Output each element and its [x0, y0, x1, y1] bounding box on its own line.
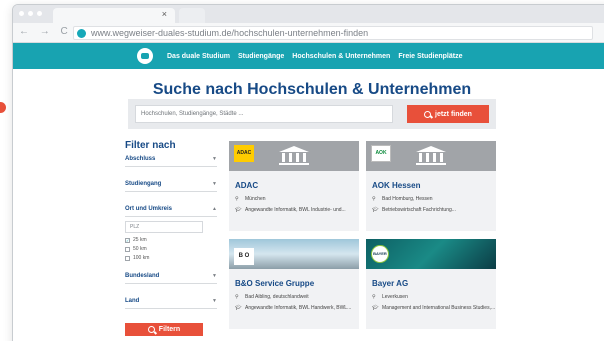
- card-title[interactable]: Bayer AG: [372, 279, 496, 288]
- filter-abschluss[interactable]: Abschluss ▼: [125, 156, 217, 167]
- chevron-down-icon: ▼: [212, 298, 217, 304]
- chevron-down-icon: ▼: [212, 156, 217, 162]
- window-controls[interactable]: [19, 11, 42, 16]
- bayer-logo-wrap: BAYER: [371, 245, 391, 263]
- radius-50[interactable]: 50 km: [125, 246, 217, 252]
- card-title[interactable]: B&O Service Gruppe: [235, 279, 359, 288]
- location-pin-icon: ⚲: [372, 294, 376, 300]
- card-banner: ADAC: [229, 141, 359, 171]
- result-card[interactable]: B O B&O Service Gruppe ⚲ Bad Aibling, deu…: [229, 239, 359, 329]
- aok-logo: AOK: [371, 145, 391, 162]
- filter-button[interactable]: Filtern: [125, 323, 203, 336]
- card-studies: 🎓︎ Angewandte Informatik, BWL Handwerk, B…: [235, 305, 352, 311]
- radius-25[interactable]: ✓ 25 km: [125, 237, 217, 243]
- graduation-cap-icon: 🎓︎: [235, 305, 242, 311]
- result-card[interactable]: ADAC ADAC ⚲ München 🎓︎ Angewandte Informat…: [229, 141, 359, 231]
- browser-tab[interactable]: ×: [53, 8, 175, 23]
- graduation-cap-icon: 🎓︎: [372, 305, 379, 311]
- radius-100[interactable]: 100 km: [125, 255, 217, 261]
- location-pin-icon: ⚲: [372, 196, 376, 202]
- card-location: ⚲ Leverkusen: [372, 294, 408, 300]
- decorative-dot: [0, 102, 6, 113]
- checkbox-icon: [125, 246, 130, 252]
- card-title[interactable]: AOK Hessen: [372, 181, 496, 190]
- address-bar: ← → C ⌂ www.wegweiser-duales-studium.de/…: [13, 23, 604, 43]
- chevron-up-icon: ▲: [212, 206, 217, 212]
- building-icon: [416, 146, 446, 166]
- site-navigation: Das duale Studium Studiengänge Hochschul…: [13, 43, 604, 69]
- card-banner: AOK: [366, 141, 496, 171]
- card-studies: 🎓︎ Betriebswirtschaft Fachrichtung...: [372, 207, 456, 213]
- url-field[interactable]: www.wegweiser-duales-studium.de/hochschu…: [73, 26, 593, 40]
- search-icon: [147, 326, 155, 333]
- page: × ← → C ⌂ www.wegweiser-duales-studium.d…: [0, 0, 604, 341]
- search-input[interactable]: Hochschulen, Studiengänge, Städte ...: [135, 105, 393, 123]
- search-icon: [424, 110, 432, 118]
- page-title: Suche nach Hochschulen & Unternehmen: [152, 81, 472, 98]
- chevron-down-icon: ▼: [212, 273, 217, 279]
- nav-hochschulen-unternehmen[interactable]: Hochschulen & Unternehmen: [292, 53, 390, 60]
- card-photo: BAYER: [366, 239, 496, 269]
- checkbox-icon: [125, 255, 130, 261]
- card-location: ⚲ München: [235, 196, 266, 202]
- building-icon: [279, 146, 309, 166]
- location-pin-icon: ⚲: [235, 196, 239, 202]
- url-text: www.wegweiser-duales-studium.de/hochschu…: [91, 28, 369, 38]
- nav-duales-studium[interactable]: Das duale Studium: [167, 53, 230, 60]
- close-tab-icon[interactable]: ×: [162, 9, 167, 19]
- location-pin-icon: ⚲: [235, 294, 239, 300]
- card-location: ⚲ Bad Aibling, deutschlandweit: [235, 294, 309, 300]
- filter-ort[interactable]: Ort und Umkreis ▲: [125, 206, 217, 217]
- filter-studiengang[interactable]: Studiengang ▼: [125, 181, 217, 192]
- site-favicon-icon: [77, 28, 86, 38]
- graduation-cap-icon: 🎓︎: [235, 207, 242, 213]
- search-bar: Hochschulen, Studiengänge, Städte ... je…: [128, 99, 496, 129]
- filter-title: Filter nach: [125, 140, 176, 151]
- new-tab-button[interactable]: [179, 8, 205, 23]
- plz-input[interactable]: PLZ: [125, 221, 203, 233]
- result-card[interactable]: AOK AOK Hessen ⚲ Bad Homburg, Hessen 🎓︎ Be…: [366, 141, 496, 231]
- adac-logo: ADAC: [234, 145, 254, 162]
- search-button-label: jetzt finden: [435, 110, 472, 118]
- card-studies: 🎓︎ Management and International Business …: [372, 305, 496, 311]
- browser-titlebar: ×: [13, 5, 604, 23]
- card-studies: 🎓︎ Angewandte Informatik, BWL Industrie- …: [235, 207, 346, 213]
- card-photo: B O: [229, 239, 359, 269]
- chevron-down-icon: ▼: [212, 181, 217, 187]
- bo-logo: B O: [234, 248, 254, 265]
- bayer-logo: BAYER: [371, 245, 389, 263]
- card-title[interactable]: ADAC: [235, 181, 359, 190]
- graduation-cap-icon: 🎓︎: [372, 207, 379, 213]
- filter-panel: Filter nach Abschluss ▼ Studiengang ▼ Ort …: [125, 140, 217, 336]
- search-button[interactable]: jetzt finden: [407, 105, 489, 123]
- nav-studiengaenge[interactable]: Studiengänge: [238, 53, 284, 60]
- nav-freie-studienplaetze[interactable]: Freie Studienplätze: [398, 53, 462, 60]
- filter-bundesland[interactable]: Bundesland ▼: [125, 273, 217, 284]
- filter-land[interactable]: Land ▼: [125, 298, 217, 309]
- site-logo[interactable]: [137, 48, 153, 64]
- result-card[interactable]: BAYER Bayer AG ⚲ Leverkusen 🎓︎ Management …: [366, 239, 496, 329]
- checkbox-checked-icon: ✓: [125, 237, 130, 243]
- card-location: ⚲ Bad Homburg, Hessen: [372, 196, 433, 202]
